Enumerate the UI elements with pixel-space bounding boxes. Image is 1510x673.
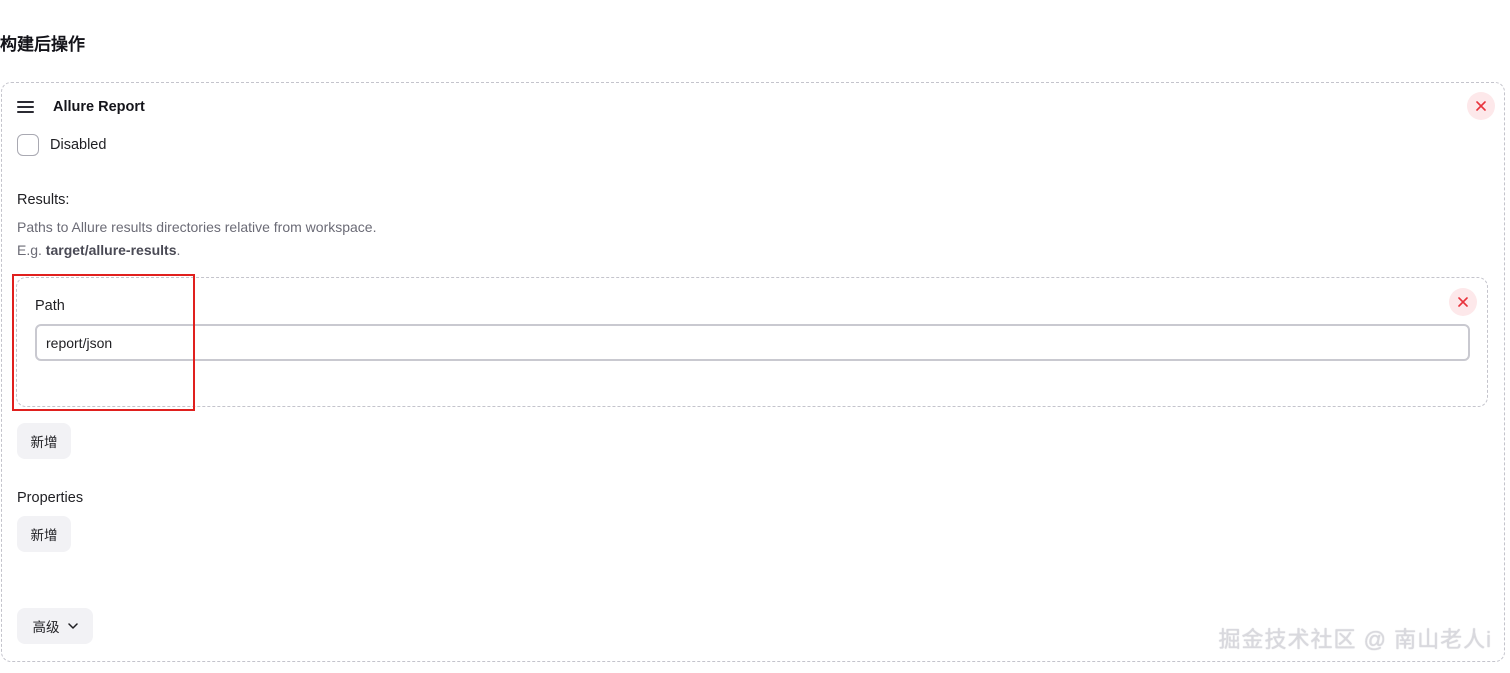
disabled-label: Disabled — [50, 137, 107, 153]
results-help-line2: E.g. target/allure-results. — [17, 242, 181, 258]
close-icon — [1476, 101, 1486, 111]
help-example: target/allure-results — [45, 242, 177, 258]
results-help-line1: Paths to Allure results directories rela… — [17, 219, 377, 235]
advanced-button[interactable]: 高级 — [17, 608, 93, 644]
drag-handle-icon[interactable] — [17, 101, 34, 113]
remove-path-button[interactable] — [1449, 288, 1477, 316]
close-icon — [1458, 297, 1468, 307]
results-label: Results: — [17, 192, 70, 208]
advanced-label: 高级 — [32, 620, 60, 635]
path-label: Path — [35, 298, 65, 314]
add-properties-button[interactable]: 新增 — [17, 516, 71, 552]
watermark: 掘金技术社区 @ 南山老人i — [1218, 627, 1492, 652]
path-input[interactable] — [35, 324, 1470, 361]
add-results-button[interactable]: 新增 — [17, 423, 71, 459]
properties-label: Properties — [17, 490, 84, 506]
remove-card-button[interactable] — [1467, 92, 1495, 120]
chevron-down-icon — [67, 623, 78, 629]
section-title: 构建后操作 — [0, 35, 85, 54]
disabled-checkbox[interactable] — [17, 134, 39, 156]
card-title: Allure Report — [53, 99, 145, 115]
